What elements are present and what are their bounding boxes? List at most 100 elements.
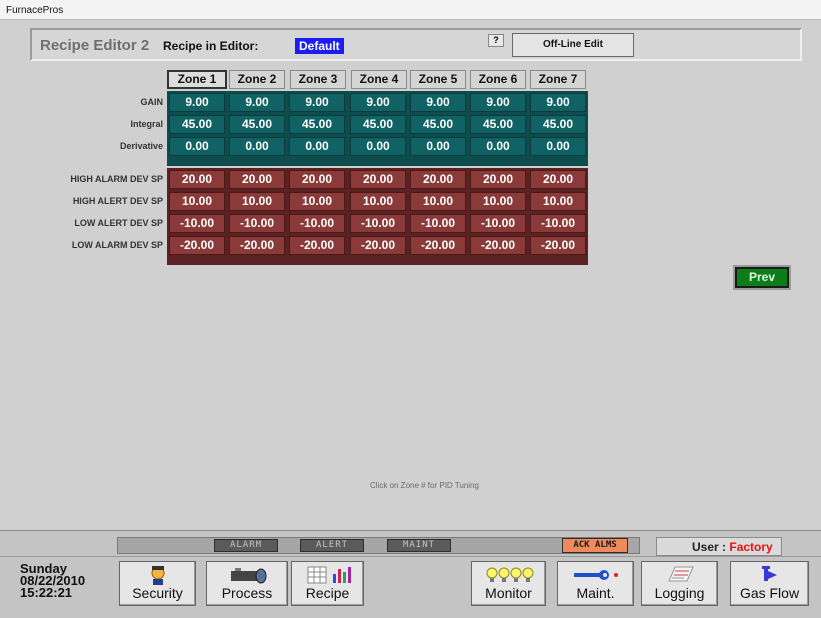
parameter-value-cell[interactable]: 10.00: [289, 192, 345, 211]
user-label: User :: [692, 540, 727, 554]
parameter-value-cell[interactable]: 20.00: [410, 170, 466, 189]
parameter-value-cell[interactable]: 9.00: [410, 93, 466, 112]
time-text: 15:22:21: [20, 585, 73, 600]
parameter-value-cell[interactable]: 0.00: [350, 137, 406, 156]
page-title: Recipe Editor 2: [40, 37, 150, 54]
help-button[interactable]: ?: [488, 34, 504, 47]
parameter-value-cell[interactable]: 0.00: [289, 137, 345, 156]
nav-monitor-button[interactable]: Monitor: [471, 561, 546, 606]
nav-security-button[interactable]: Security: [119, 561, 196, 606]
parameter-value-cell[interactable]: 45.00: [410, 115, 466, 134]
parameter-value-cell[interactable]: 10.00: [530, 192, 586, 211]
recipe-header: Recipe Editor 2 Recipe in Editor: Defaul…: [30, 28, 802, 61]
row-label: LOW ALERT DEV SP: [74, 218, 163, 228]
parameter-value-cell[interactable]: 10.00: [410, 192, 466, 211]
nav-maint-label: Maint.: [576, 585, 615, 601]
parameter-value-cell[interactable]: -10.00: [530, 214, 586, 233]
nav-logging-label: Logging: [654, 585, 705, 601]
security-icon: [120, 564, 195, 585]
parameter-value-cell[interactable]: 9.00: [229, 93, 285, 112]
parameter-value-cell[interactable]: -20.00: [169, 236, 225, 255]
parameter-value-cell[interactable]: -20.00: [229, 236, 285, 255]
hint-text: Click on Zone # for PID Tuning: [370, 481, 479, 490]
parameter-value-cell[interactable]: 45.00: [530, 115, 586, 134]
parameter-value-cell[interactable]: -20.00: [530, 236, 586, 255]
parameter-value-cell[interactable]: 10.00: [169, 192, 225, 211]
parameter-value-cell[interactable]: 9.00: [289, 93, 345, 112]
process-icon: [207, 564, 287, 584]
parameter-value-cell[interactable]: -10.00: [289, 214, 345, 233]
nav-maint-button[interactable]: Maint.: [557, 561, 634, 606]
gas-valve-icon: [731, 564, 808, 584]
row-label: HIGH ALARM DEV SP: [70, 174, 163, 184]
main-panel: Recipe Editor 2 Recipe in Editor: Defaul…: [0, 20, 821, 530]
parameter-value-cell[interactable]: 20.00: [350, 170, 406, 189]
parameter-value-cell[interactable]: -10.00: [169, 214, 225, 233]
wrench-icon: [558, 564, 633, 584]
parameter-value-cell[interactable]: 20.00: [229, 170, 285, 189]
parameter-value-cell[interactable]: 9.00: [350, 93, 406, 112]
recipe-name-field[interactable]: Default: [295, 38, 344, 54]
parameter-value-cell[interactable]: 10.00: [350, 192, 406, 211]
parameter-value-cell[interactable]: 45.00: [470, 115, 526, 134]
nav-process-label: Process: [221, 585, 273, 601]
parameter-value-cell[interactable]: -20.00: [350, 236, 406, 255]
parameter-value-cell[interactable]: 9.00: [169, 93, 225, 112]
tab-zone-4[interactable]: Zone 4: [351, 70, 407, 89]
parameter-value-cell[interactable]: 0.00: [530, 137, 586, 156]
parameter-value-cell[interactable]: 45.00: [350, 115, 406, 134]
parameter-value-cell[interactable]: 10.00: [229, 192, 285, 211]
logging-icon: [642, 564, 717, 584]
parameter-value-cell[interactable]: 20.00: [169, 170, 225, 189]
recipe-in-editor-label: Recipe in Editor:: [163, 39, 259, 53]
tab-zone-2[interactable]: Zone 2: [229, 70, 285, 89]
parameter-value-cell[interactable]: 9.00: [470, 93, 526, 112]
nav-bar: Sunday 08/22/2010 15:22:21 Security Proc…: [0, 556, 821, 618]
parameter-value-cell[interactable]: 20.00: [470, 170, 526, 189]
parameter-value-cell[interactable]: 45.00: [229, 115, 285, 134]
parameter-value-cell[interactable]: -20.00: [470, 236, 526, 255]
nav-gas-flow-label: Gas Flow: [739, 585, 800, 601]
tab-zone-3[interactable]: Zone 3: [290, 70, 346, 89]
monitor-icon: [472, 564, 545, 584]
parameter-value-cell[interactable]: 45.00: [289, 115, 345, 134]
parameter-value-cell[interactable]: 0.00: [470, 137, 526, 156]
parameter-value-cell[interactable]: 9.00: [530, 93, 586, 112]
parameter-value-cell[interactable]: -10.00: [410, 214, 466, 233]
parameter-value-cell[interactable]: 20.00: [530, 170, 586, 189]
parameter-value-cell[interactable]: -10.00: [470, 214, 526, 233]
maint-indicator: MAINT: [387, 539, 451, 552]
status-bar: ALARM ALERT MAINT ACK ALMS User : Factor…: [0, 530, 821, 556]
tab-zone-1[interactable]: Zone 1: [167, 70, 227, 89]
parameter-value-cell[interactable]: -20.00: [410, 236, 466, 255]
row-label: Derivative: [119, 141, 163, 151]
tab-zone-5[interactable]: Zone 5: [410, 70, 466, 89]
row-label: GAIN: [140, 97, 164, 107]
parameter-value-cell[interactable]: 0.00: [410, 137, 466, 156]
window-title-bar: FurnacePros: [0, 0, 821, 20]
prev-button-label: Prev: [737, 269, 787, 286]
parameter-value-cell[interactable]: -20.00: [289, 236, 345, 255]
prev-button[interactable]: Prev: [733, 265, 791, 290]
off-line-edit-button[interactable]: Off-Line Edit: [512, 33, 634, 57]
nav-recipe-button[interactable]: Recipe: [291, 561, 364, 606]
tab-zone-7[interactable]: Zone 7: [530, 70, 586, 89]
parameter-value-cell[interactable]: -10.00: [350, 214, 406, 233]
user-display: User : Factory: [656, 537, 782, 556]
tab-zone-6[interactable]: Zone 6: [470, 70, 526, 89]
parameter-value-cell[interactable]: 0.00: [169, 137, 225, 156]
parameter-value-cell[interactable]: 10.00: [470, 192, 526, 211]
parameter-value-cell[interactable]: 20.00: [289, 170, 345, 189]
parameter-value-cell[interactable]: -10.00: [229, 214, 285, 233]
ack-alarms-button[interactable]: ACK ALMS: [562, 538, 628, 553]
row-label: HIGH ALERT DEV SP: [72, 196, 163, 206]
nav-logging-button[interactable]: Logging: [641, 561, 718, 606]
nav-gas-flow-button[interactable]: Gas Flow: [730, 561, 809, 606]
app-title: FurnacePros: [6, 5, 64, 16]
nav-recipe-label: Recipe: [305, 585, 350, 601]
parameter-value-cell[interactable]: 0.00: [229, 137, 285, 156]
alarm-indicator: ALARM: [214, 539, 278, 552]
parameter-value-cell[interactable]: 45.00: [169, 115, 225, 134]
nav-process-button[interactable]: Process: [206, 561, 288, 606]
alert-indicator: ALERT: [300, 539, 364, 552]
